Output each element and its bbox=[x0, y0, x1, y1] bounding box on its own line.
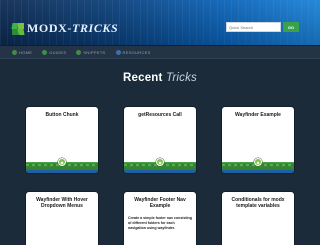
trick-card[interactable]: Button Chunk ◆ bbox=[26, 107, 98, 173]
logo-text: MODX-TRICKS bbox=[27, 21, 119, 35]
site-header: MODX-TRICKS GO bbox=[0, 0, 320, 46]
nav-item-label: HOME bbox=[19, 49, 33, 55]
modx-badge-icon: ◆ bbox=[254, 158, 262, 166]
home-icon bbox=[12, 49, 17, 55]
search-form: GO bbox=[226, 22, 299, 32]
card-title: Wayfinder Footer Nav Example bbox=[134, 197, 186, 209]
card-title: Wayfinder With Hover Dropdown Menus bbox=[36, 197, 88, 209]
modx-badge-icon: ◆ bbox=[156, 158, 164, 166]
search-input[interactable] bbox=[226, 22, 281, 32]
code-icon bbox=[76, 49, 82, 55]
trick-card[interactable]: Wayfinder With Hover Dropdown Menus bbox=[26, 192, 98, 245]
card-title: Conditionals for modx template variables bbox=[231, 197, 285, 209]
nav-item-label: SNIPPETS bbox=[83, 49, 106, 55]
nav-item-label: RESOURCES bbox=[122, 49, 151, 55]
card-title: Wayfinder Example bbox=[235, 112, 281, 118]
modx-logo-icon bbox=[11, 22, 25, 35]
search-button[interactable]: GO bbox=[283, 22, 299, 32]
nav-item-home[interactable]: HOME bbox=[12, 49, 33, 55]
main-nav: HOME GUIDES SNIPPETS RESOURCES bbox=[0, 46, 320, 59]
nav-item-snippets[interactable]: SNIPPETS bbox=[76, 49, 106, 55]
nav-item-label: GUIDES bbox=[49, 49, 67, 55]
book-icon bbox=[42, 49, 48, 55]
modx-badge-icon: ◆ bbox=[58, 158, 66, 166]
card-title: getResources Call bbox=[138, 112, 182, 118]
card-title: Button Chunk bbox=[45, 112, 79, 118]
link-icon bbox=[115, 49, 121, 55]
section-title: Recent Tricks bbox=[123, 72, 197, 84]
trick-card[interactable]: Wayfinder Example ◆ bbox=[222, 107, 294, 173]
trick-card[interactable]: getResources Call ◆ bbox=[124, 107, 196, 173]
nav-item-resources[interactable]: RESOURCES bbox=[115, 49, 151, 55]
nav-item-guides[interactable]: GUIDES bbox=[42, 49, 67, 55]
card-description: Create a simple footer nav consisting of… bbox=[128, 216, 192, 230]
trick-card[interactable]: Conditionals for modx template variables bbox=[222, 192, 294, 245]
site-logo[interactable]: MODX-TRICKS bbox=[11, 21, 119, 36]
trick-card[interactable]: Wayfinder Footer Nav Example Create a si… bbox=[124, 192, 196, 245]
